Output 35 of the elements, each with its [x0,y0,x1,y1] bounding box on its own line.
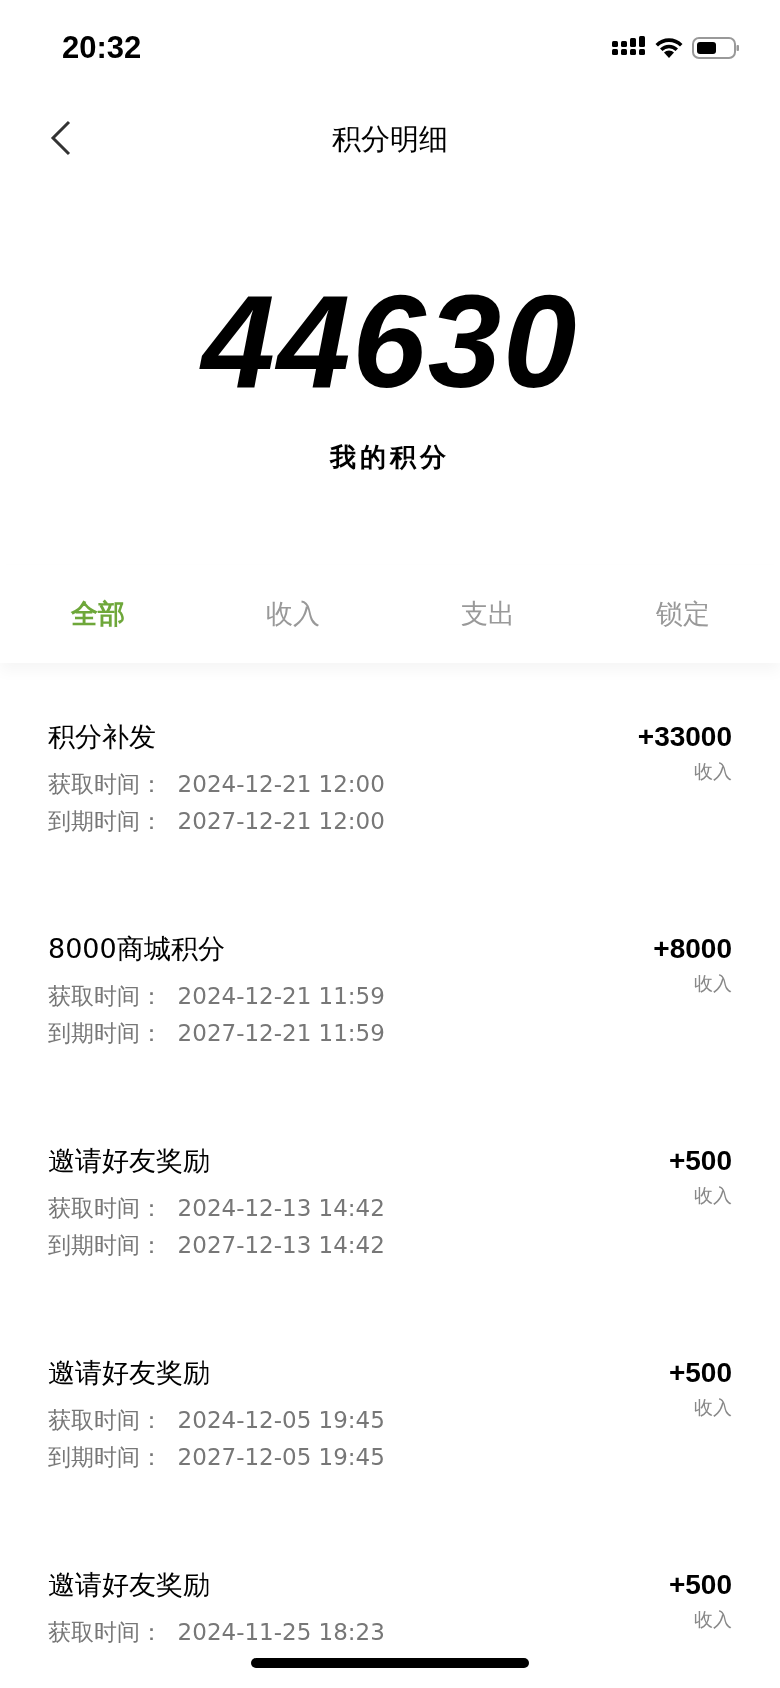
record-amount: +33000 [637,721,732,753]
acquired-time: 获取时间： 2024-12-21 12:00 [48,770,385,799]
status-time: 20:32 [62,30,142,66]
battery-icon [692,36,740,60]
record-type: 收入 [694,759,732,784]
record-title: 8000商城积分 [48,932,225,966]
record-amount: +500 [668,1145,732,1177]
points-total: 44630 [201,276,579,408]
record-type: 收入 [694,1183,732,1208]
record-title: 积分补发 [48,720,156,754]
acquired-time: 获取时间： 2024-11-25 18:23 [48,1618,385,1647]
back-button[interactable] [50,120,72,156]
points-label: 我的积分 [330,441,450,474]
filter-tab[interactable]: 收入 [265,586,320,642]
page-title: 积分明细 [332,121,448,158]
wifi-icon [654,37,684,59]
filter-tab[interactable]: 锁定 [655,586,710,642]
record-amount: +8000 [653,933,732,965]
record-amount: +500 [668,1357,732,1389]
expiry-time: 到期时间： 2027-12-21 11:59 [48,1019,385,1048]
expiry-time: 到期时间： 2027-12-13 14:42 [48,1231,385,1260]
filter-tab[interactable]: 全部 [70,586,125,642]
acquired-time: 获取时间： 2024-12-05 19:45 [48,1406,385,1435]
record-title: 邀请好友奖励 [48,1568,210,1602]
record-type: 收入 [694,1395,732,1420]
filter-tab[interactable]: 支出 [460,586,515,642]
acquired-time: 获取时间： 2024-12-21 11:59 [48,982,385,1011]
expiry-time: 到期时间： 2027-12-05 19:45 [48,1443,385,1472]
record-amount: +500 [668,1569,732,1601]
record-title: 邀请好友奖励 [48,1356,210,1390]
record-title: 邀请好友奖励 [48,1144,210,1178]
record-type: 收入 [694,971,732,996]
record-type: 收入 [694,1607,732,1632]
expiry-time: 到期时间： 2027-12-21 12:00 [48,807,385,836]
acquired-time: 获取时间： 2024-12-13 14:42 [48,1194,385,1223]
